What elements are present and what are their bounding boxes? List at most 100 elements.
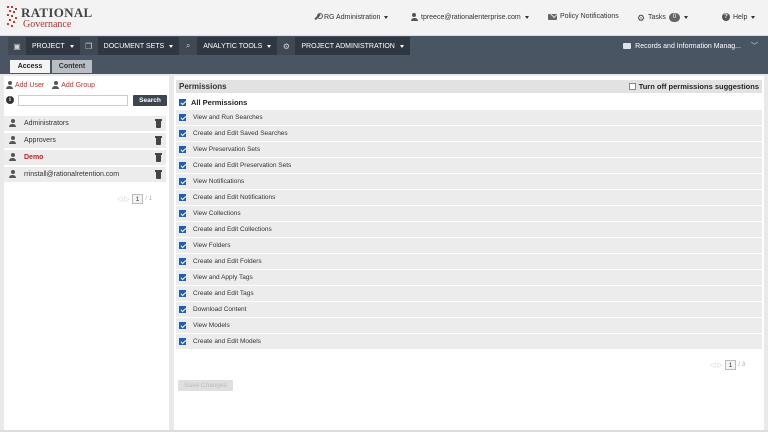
permissions-header: Permissions Turn off permissions suggest… <box>176 80 762 93</box>
permission-checkbox[interactable] <box>179 306 186 313</box>
caret-down-icon <box>751 15 756 19</box>
permission-checkbox[interactable] <box>179 210 186 217</box>
permission-label: Create and Edit Tags <box>193 290 254 297</box>
user-menu[interactable]: tpreece@rationalenterprise.com <box>410 13 529 21</box>
permission-checkbox[interactable] <box>179 226 186 233</box>
info-icon[interactable]: i <box>6 96 14 104</box>
all-permissions-checkbox[interactable] <box>179 99 186 106</box>
list-item-selected[interactable]: Demo <box>4 150 166 165</box>
permission-row[interactable]: View Models <box>176 318 762 333</box>
permission-checkbox[interactable] <box>179 258 186 265</box>
group-name: Administrators <box>24 120 69 127</box>
nav-document-sets[interactable]: ❐ DOCUMENT SETS <box>79 37 180 55</box>
caret-down-icon <box>399 44 404 48</box>
permission-row[interactable]: View Collections <box>176 206 762 221</box>
logo-mark-icon <box>7 6 19 28</box>
list-item[interactable]: Administrators <box>4 116 166 131</box>
permission-label: View Preservation Sets <box>193 146 261 153</box>
permission-row[interactable]: Create and Edit Tags <box>176 286 762 301</box>
group-name: Approvers <box>24 137 56 144</box>
main-nav-group: ▣ PROJECT ❐ DOCUMENT SETS ⌕ ANALYTIC TOO… <box>8 37 410 55</box>
permission-row[interactable]: Download Content <box>176 302 762 317</box>
permission-checkbox[interactable] <box>179 338 186 345</box>
envelope-icon <box>548 13 557 20</box>
permission-row[interactable]: View Notifications <box>176 174 762 189</box>
chevron-down-icon: ﹀ <box>751 43 758 50</box>
trash-icon[interactable] <box>155 153 162 162</box>
permission-checkbox[interactable] <box>179 114 186 121</box>
permission-checkbox[interactable] <box>179 130 186 137</box>
group-search-input[interactable] <box>18 95 128 106</box>
first-page-icon[interactable]: ◁ <box>117 195 122 203</box>
top-header: RATIONAL Governance RG Administration tp… <box>0 0 768 36</box>
permission-row[interactable]: View and Run Searches <box>176 110 762 125</box>
permissions-title: Permissions <box>179 82 227 91</box>
permission-row[interactable]: View and Apply Tags <box>176 270 762 285</box>
permissions-pagination: ◁ ▷ 1 / 3 <box>710 360 745 370</box>
user-icon <box>9 170 16 178</box>
permission-label: View and Apply Tags <box>193 274 253 281</box>
permission-label: View Collections <box>193 210 241 217</box>
trash-icon[interactable] <box>155 170 162 179</box>
page-number-input[interactable]: 1 <box>131 194 144 204</box>
permission-label: Create and Edit Folders <box>193 258 262 265</box>
list-item[interactable]: Approvers <box>4 133 166 148</box>
suggestions-checkbox[interactable] <box>628 83 636 90</box>
save-changes-button[interactable]: Save Changes <box>178 380 233 391</box>
permission-checkbox[interactable] <box>179 242 186 249</box>
permission-label: Create and Edit Models <box>193 338 261 345</box>
permission-checkbox[interactable] <box>179 146 186 153</box>
trash-icon[interactable] <box>155 119 162 128</box>
rational-governance-logo[interactable]: RATIONAL Governance <box>7 4 92 32</box>
tasks-count-badge: 0 <box>668 13 681 22</box>
permission-checkbox[interactable] <box>179 290 186 297</box>
permission-label: Create and Edit Collections <box>193 226 272 233</box>
permission-row[interactable]: Create and Edit Notifications <box>176 190 762 205</box>
caret-down-icon <box>169 44 174 48</box>
permission-row[interactable]: Create and Edit Preservation Sets <box>176 158 762 173</box>
nav-project-label: PROJECT <box>32 42 65 50</box>
permissions-panel: Permissions Turn off permissions suggest… <box>174 76 764 430</box>
help-menu[interactable]: ? Help <box>722 13 756 21</box>
permission-row[interactable]: Create and Edit Models <box>176 334 762 349</box>
permission-row[interactable]: Create and Edit Folders <box>176 254 762 269</box>
tasks-label: Tasks <box>648 14 666 21</box>
nav-project-administration[interactable]: ⚙ PROJECT ADMINISTRATION <box>277 37 409 55</box>
permission-checkbox[interactable] <box>179 322 186 329</box>
policy-notifications-link[interactable]: Policy Notifications <box>548 13 619 20</box>
prev-page-icon[interactable]: ▷ <box>124 195 129 203</box>
permission-row[interactable]: Create and Edit Saved Searches <box>176 126 762 141</box>
nav-analytic-tools[interactable]: ⌕ ANALYTIC TOOLS <box>179 37 277 55</box>
rg-administration-menu[interactable]: RG Administration <box>313 13 389 21</box>
search-button[interactable]: Search <box>133 95 167 106</box>
logo-word-governance: Governance <box>23 19 72 30</box>
trash-icon[interactable] <box>155 136 162 145</box>
permission-checkbox[interactable] <box>179 162 186 169</box>
nav-project[interactable]: ▣ PROJECT <box>8 37 80 55</box>
permission-checkbox[interactable] <box>179 274 186 281</box>
add-group-label: Add Group <box>61 81 96 89</box>
tab-access[interactable]: Access <box>10 60 50 73</box>
add-group-button[interactable]: Add Group <box>52 81 95 89</box>
wrench-icon <box>313 13 323 21</box>
permission-checkbox[interactable] <box>179 178 186 185</box>
list-item[interactable]: rrinstall@rationalretention.com <box>4 167 166 182</box>
permission-label: View Models <box>193 322 230 329</box>
suggestions-toggle[interactable]: Turn off permissions suggestions <box>628 82 759 91</box>
permission-checkbox[interactable] <box>179 194 186 201</box>
tasks-menu[interactable]: ⚙ Tasks 0 <box>637 12 689 23</box>
page-number-input[interactable]: 1 <box>724 360 737 370</box>
all-permissions-row[interactable]: All Permissions <box>179 98 247 107</box>
policy-notifications-label: Policy Notifications <box>560 13 619 20</box>
gear-icon: ⚙ <box>637 12 646 23</box>
add-user-button[interactable]: Add User <box>6 81 44 89</box>
project-selector[interactable]: Records and Information Manag... ﹀ <box>623 41 758 51</box>
tab-content[interactable]: Content <box>52 60 92 73</box>
permission-label: Create and Edit Preservation Sets <box>193 162 292 169</box>
permission-row[interactable]: View Folders <box>176 238 762 253</box>
permission-row[interactable]: Create and Edit Collections <box>176 222 762 237</box>
nav-document-sets-label: DOCUMENT SETS <box>103 42 165 50</box>
first-page-icon[interactable]: ◁ <box>710 361 715 369</box>
prev-page-icon[interactable]: ▷ <box>717 361 722 369</box>
permission-row[interactable]: View Preservation Sets <box>176 142 762 157</box>
